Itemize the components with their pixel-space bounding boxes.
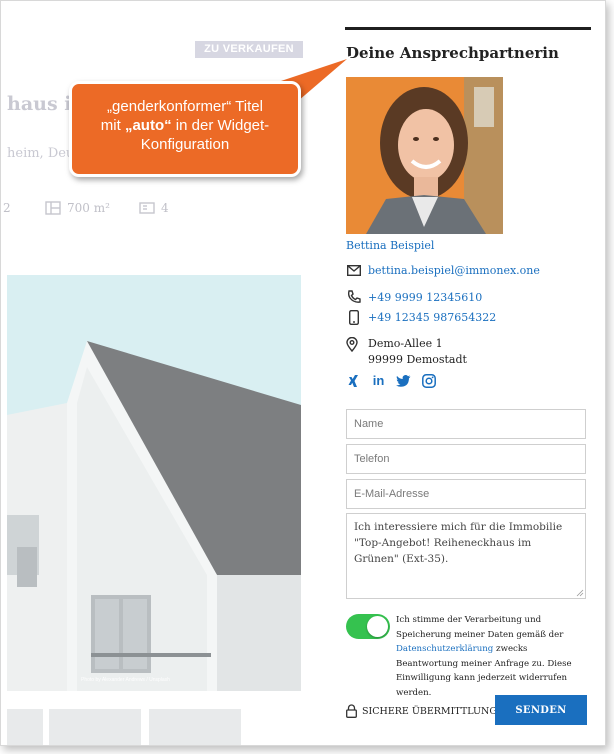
phone-field[interactable]: [346, 444, 586, 474]
agent-name[interactable]: Bettina Beispiel: [346, 239, 434, 252]
feature-living-space: 700 m²: [45, 201, 110, 215]
secure-transmission: SICHERE ÜBERMITTLUNG: [346, 704, 497, 718]
message-field[interactable]: Ich interessiere mich für die Immobilie …: [346, 513, 586, 599]
callout-keyword: „auto“: [124, 117, 172, 134]
thumbnail[interactable]: [49, 709, 141, 745]
floorplan-icon: [45, 201, 61, 215]
feature-rooms-value: 4: [161, 201, 169, 215]
annotation-callout: „genderkonformer“ Titel mit „auto“ in de…: [69, 81, 301, 177]
email-link[interactable]: bettina.beispiel@immonex.one: [368, 264, 540, 277]
thumbnail[interactable]: [7, 709, 43, 745]
mobile-row: +49 12345 987654322: [346, 309, 496, 325]
feature-area: 2: [3, 201, 11, 215]
callout-line-2-suffix: in der Widget-: [171, 117, 270, 134]
toggle-knob: [367, 616, 388, 637]
map-pin-icon: [346, 336, 358, 353]
address-street: Demo-Allee 1: [368, 337, 443, 350]
phone-row: +49 9999 12345610: [346, 289, 482, 305]
linkedin-icon[interactable]: in: [371, 373, 386, 388]
agent-photo: [346, 77, 503, 234]
mobile-phone-icon: [349, 309, 359, 325]
instagram-icon[interactable]: [421, 373, 436, 388]
feature-area-value: 2: [3, 201, 11, 215]
contact-widget: Deine Ansprechpartnerin Bettina Beispiel…: [345, 1, 595, 745]
mobile-link[interactable]: +49 12345 987654322: [368, 311, 496, 324]
photo-thumbnails: [7, 709, 307, 745]
address-block: Demo-Allee 1 99999 Demostadt: [346, 336, 467, 368]
send-button[interactable]: SENDEN: [495, 695, 587, 725]
phone-icon: [347, 290, 361, 303]
callout-line-2: mit „auto“ in der Widget-: [72, 116, 298, 135]
house-illustration: [7, 275, 301, 691]
status-badge: ZU VERKAUFEN: [195, 41, 303, 58]
page-frame: ZU VERKAUFEN haus in heim, Deut 2 700 m²: [0, 0, 606, 746]
photo-credit: Photo by Alexander Andrews / Unsplash: [81, 677, 170, 683]
xing-icon[interactable]: [346, 373, 361, 388]
callout-line-1: „genderkonformer“ Titel: [107, 98, 263, 115]
privacy-policy-link[interactable]: Datenschutzerklärung: [396, 644, 493, 654]
name-field[interactable]: [346, 409, 586, 439]
email-row: bettina.beispiel@immonex.one: [346, 262, 540, 278]
callout-line-2-prefix: mit: [100, 117, 125, 134]
feature-living-space-value: 700 m²: [67, 201, 110, 215]
lock-icon: [346, 704, 357, 718]
callout-line-3: Konfiguration: [140, 136, 230, 153]
listing-photo[interactable]: [7, 275, 301, 691]
feature-rooms: 4: [139, 201, 169, 215]
thumbnail[interactable]: [149, 709, 241, 745]
consent-text: Ich stimme der Verarbeitung und Speicher…: [396, 613, 592, 700]
twitter-icon[interactable]: [396, 373, 411, 388]
consent-text-prefix: Ich stimme der Verarbeitung und Speicher…: [396, 615, 564, 640]
email-field[interactable]: [346, 479, 586, 509]
divider: [345, 27, 591, 30]
rooms-icon: [139, 202, 155, 214]
address-city: 99999 Demostadt: [368, 353, 467, 366]
social-links: in: [346, 373, 436, 388]
secure-transmission-label: SICHERE ÜBERMITTLUNG: [362, 705, 497, 717]
resize-handle-icon[interactable]: [576, 589, 584, 597]
phone-link[interactable]: +49 9999 12345610: [368, 291, 482, 304]
consent-toggle[interactable]: [346, 614, 390, 639]
portrait-illustration: [346, 77, 503, 234]
envelope-icon: [347, 264, 361, 276]
widget-title: Deine Ansprechpartnerin: [346, 44, 559, 62]
